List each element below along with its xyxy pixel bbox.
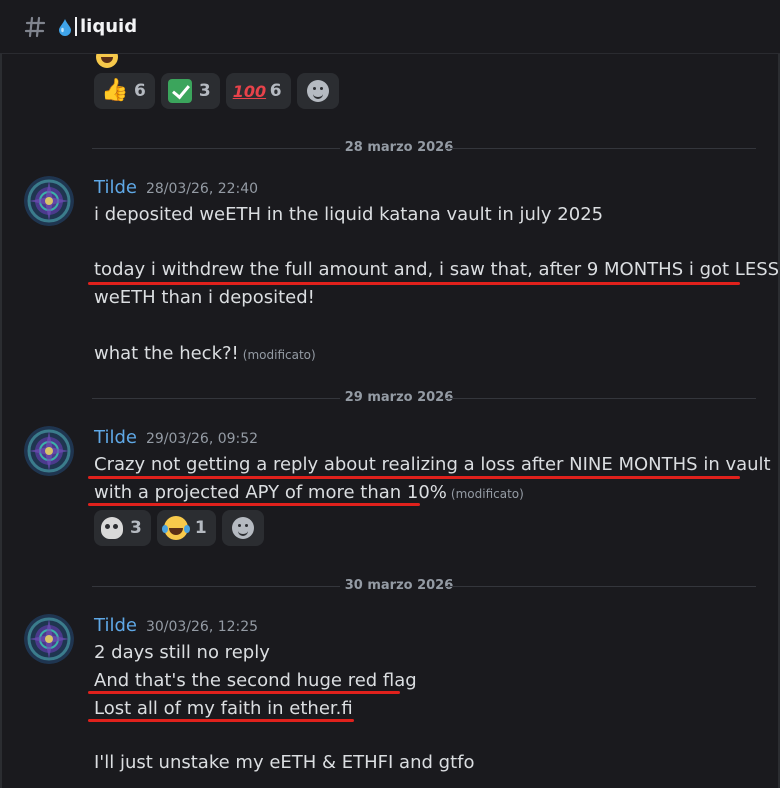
add-reaction-button[interactable] (296, 73, 339, 109)
date-divider: 28 marzo 2026 (92, 140, 756, 156)
author-name[interactable]: Tilde (94, 615, 137, 636)
timestamp: 30/03/26, 12:25 (145, 619, 259, 635)
channel-name[interactable]: liquid (80, 16, 137, 37)
edited-label: (modificato) (450, 487, 524, 501)
reaction-thumbs-up[interactable]: 👍 6 (94, 73, 155, 109)
reaction-count: 3 (198, 81, 211, 101)
message-text: Crazy not getting a reply about realizin… (94, 454, 771, 475)
message-text: And that's the second huge red flag (94, 670, 417, 691)
droplet-icon (59, 18, 71, 36)
add-reaction-icon (231, 517, 254, 539)
laughing-emoji-icon (96, 54, 118, 68)
avatar[interactable] (24, 176, 74, 226)
reaction-count: 3 (130, 518, 142, 538)
message-text: 2 days still no reply (94, 642, 270, 663)
date-divider: 30 marzo 2026 (92, 578, 756, 594)
avatar[interactable] (24, 614, 74, 664)
reaction-skull[interactable]: 3 (94, 510, 151, 546)
message-text: I'll just unstake my eETH & ETHFI and gt… (94, 752, 475, 773)
reaction-count: 6 (134, 81, 146, 101)
message-text: today i withdrew the full amount and, i … (94, 259, 780, 280)
hash-icon (24, 16, 46, 37)
add-reaction-icon (306, 80, 329, 102)
add-reaction-button[interactable] (221, 510, 264, 546)
annotation-underline (88, 691, 400, 694)
timestamp: 28/03/26, 22:40 (145, 181, 259, 197)
reaction-count: 6 (269, 81, 282, 101)
reaction-check-mark[interactable]: 3 (160, 73, 220, 109)
timestamp: 29/03/26, 09:52 (145, 431, 259, 447)
author-name[interactable]: Tilde (94, 427, 137, 448)
annotation-underline (88, 476, 740, 479)
reaction-hundred[interactable]: 100 6 (225, 73, 291, 109)
reaction-bar: 👍 6 3 100 6 (94, 73, 339, 109)
reaction-count: 1 (194, 518, 207, 538)
message-text: what the heck?! (modificato) (94, 343, 316, 364)
message-header: Tilde 30/03/26, 12:25 (94, 615, 258, 636)
channel-separator (75, 17, 77, 36)
crying-laughing-icon (161, 516, 188, 540)
channel-header: liquid (0, 0, 780, 54)
check-mark-icon (167, 79, 192, 103)
reaction-bar: 3 1 (94, 510, 264, 546)
annotation-underline (88, 503, 420, 506)
avatar[interactable] (24, 426, 74, 476)
date-divider-label: 30 marzo 2026 (344, 578, 454, 593)
date-divider-label: 29 marzo 2026 (344, 390, 454, 405)
hundred-points-icon: 100 (232, 81, 267, 101)
date-divider-label: 28 marzo 2026 (344, 140, 454, 155)
message-text: i deposited weETH in the liquid katana v… (94, 204, 604, 225)
message-text: weETH than i deposited! (94, 287, 315, 308)
reaction-crying-laughing[interactable]: 1 (156, 510, 216, 546)
skull-icon (101, 517, 123, 539)
message-header: Tilde 29/03/26, 09:52 (94, 427, 258, 448)
message-text: with a projected APY of more than 10% (mo… (94, 482, 524, 503)
annotation-underline (88, 719, 354, 722)
date-divider: 29 marzo 2026 (92, 390, 756, 406)
edited-label: (modificato) (242, 348, 316, 362)
annotation-underline (88, 282, 740, 285)
window-border-left (0, 0, 2, 788)
message-header: Tilde 28/03/26, 22:40 (94, 177, 258, 198)
message-text: Lost all of my faith in ether.fi (94, 698, 353, 719)
author-name[interactable]: Tilde (94, 177, 137, 198)
thumbs-up-icon: 👍 (101, 78, 129, 103)
